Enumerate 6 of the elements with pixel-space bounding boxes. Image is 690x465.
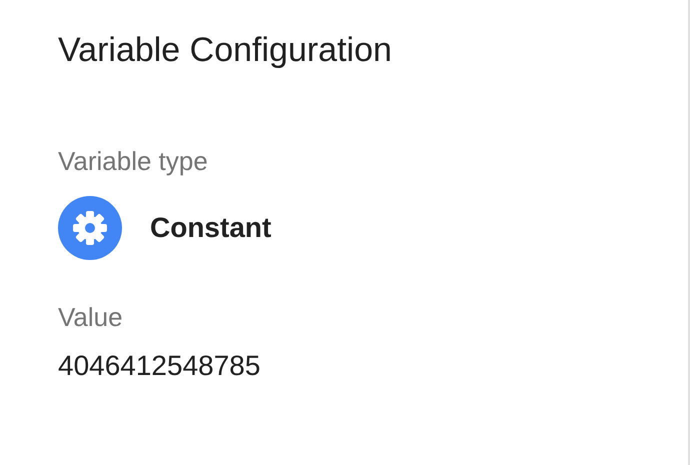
field-label: Variable type [58, 145, 208, 178]
variable-type-name: Constant [150, 211, 272, 245]
field-label: Value [58, 301, 123, 334]
section-title: Variable Configuration [58, 30, 393, 71]
field-value: 4046412548785 [58, 349, 260, 383]
gear-icon [58, 196, 122, 260]
